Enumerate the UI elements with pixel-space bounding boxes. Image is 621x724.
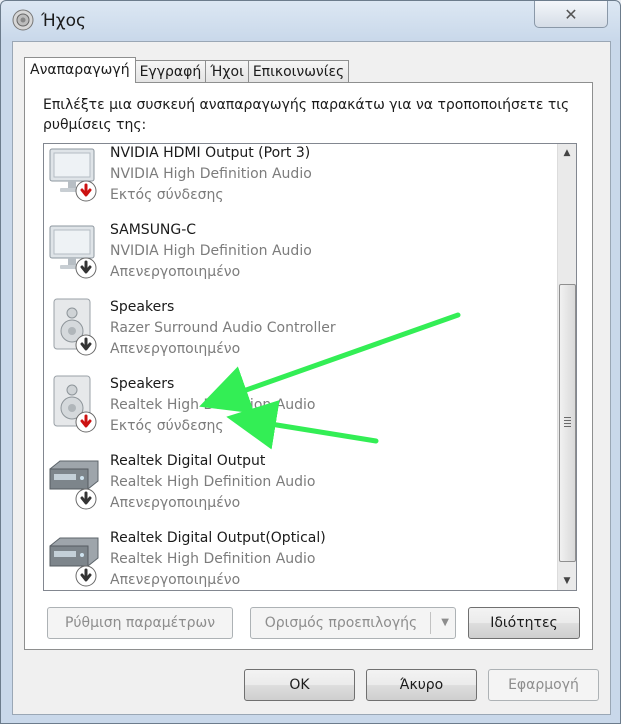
device-text: NVIDIA HDMI Output (Port 3) NVIDIA High D… (110, 144, 312, 206)
device-name: Realtek Digital Output (110, 453, 266, 469)
device-status: Απενεργοποιημένο (110, 341, 241, 357)
device-description: Realtek High Definition Audio (110, 551, 316, 567)
apply-button[interactable]: Εφαρμογή (488, 669, 599, 701)
speaker-title-icon (12, 9, 34, 31)
device-description: NVIDIA High Definition Audio (110, 243, 312, 259)
device-description: Realtek High Definition Audio (110, 474, 316, 490)
tab-strip: Αναπαραγωγή Εγγραφή Ήχοι Επικοινωνίες (24, 57, 350, 83)
playback-panel: Επιλέξτε μια συσκευή αναπαραγωγής παρακά… (24, 82, 593, 650)
device-text: Realtek Digital Output Realtek High Defin… (110, 451, 316, 514)
scroll-down-arrow-icon[interactable]: ▼ (558, 572, 576, 590)
grip-line (564, 426, 571, 427)
device-items: NVIDIA HDMI Output (Port 3) NVIDIA High D… (44, 144, 556, 590)
configure-button[interactable]: Ρύθμιση παραμέτρων (47, 607, 233, 639)
device-description: Realtek High Definition Audio (110, 397, 316, 413)
device-name: NVIDIA HDMI Output (Port 3) (110, 145, 311, 161)
monitor-icon (49, 225, 97, 279)
device-text: Speakers Realtek High Definition Audio Εκτ… (110, 374, 316, 437)
device-status: Εκτός σύνδεσης (110, 418, 224, 434)
vertical-scrollbar[interactable]: ▲ ▼ (557, 144, 576, 590)
device-name: Realtek Digital Output(Optical) (110, 530, 326, 546)
device-item[interactable]: Speakers Razer Surround Audio Controller Α… (44, 287, 556, 364)
close-button[interactable]: ✕ (534, 1, 608, 28)
scroll-up-arrow-icon[interactable]: ▲ (558, 144, 576, 162)
set-default-label: Ορισμός προεπιλογής (264, 615, 418, 631)
title-bar[interactable]: Ήχος ✕ (1, 1, 620, 41)
tab-communications[interactable]: Επικοινωνίες (247, 60, 350, 83)
grip-line (564, 420, 571, 421)
digital-output-icon (49, 460, 99, 510)
device-item[interactable]: Realtek Digital Output(Optical) Realtek H… (44, 518, 556, 590)
device-name: Speakers (110, 299, 175, 315)
speaker-icon (53, 375, 97, 433)
window-title: Ήχος (41, 11, 87, 31)
device-text: Realtek Digital Output(Optical) Realtek H… (110, 528, 326, 590)
dialog-body: Αναπαραγωγή Εγγραφή Ήχοι Επικοινωνίες Επ… (12, 41, 611, 715)
ok-button[interactable]: OK (244, 669, 355, 701)
sound-dialog: Ήχος ✕ Αναπαραγωγή Εγγραφή Ήχοι Επικοινω… (0, 0, 621, 724)
device-status: Απενεργοποιημένο (110, 264, 241, 280)
grip-line (564, 423, 571, 424)
tab-playback[interactable]: Αναπαραγωγή (24, 57, 136, 83)
scroll-thumb[interactable] (559, 284, 576, 562)
device-description: Razer Surround Audio Controller (110, 320, 336, 336)
device-name: Speakers (110, 376, 175, 392)
device-item[interactable]: Realtek Digital Output Realtek High Defin… (44, 441, 556, 518)
properties-button[interactable]: Ιδιότητες (468, 607, 580, 639)
close-icon: ✕ (564, 4, 578, 24)
dropdown-arrow-icon[interactable]: ▼ (441, 617, 449, 628)
device-item[interactable]: NVIDIA HDMI Output (Port 3) NVIDIA High D… (44, 144, 556, 210)
device-text: Speakers Razer Surround Audio Controller Α… (110, 297, 336, 360)
device-status: Απενεργοποιημένο (110, 572, 241, 588)
set-default-button[interactable]: Ορισμός προεπιλογής ▼ (250, 607, 456, 639)
device-text: SAMSUNG-C NVIDIA High Definition Audio Απε… (110, 220, 312, 283)
device-name: SAMSUNG-C (110, 222, 197, 238)
device-item[interactable]: Speakers Realtek High Definition Audio Εκτ… (44, 364, 556, 441)
device-description: NVIDIA High Definition Audio (110, 166, 312, 182)
monitor-icon (49, 148, 97, 202)
digital-output-icon (49, 537, 99, 587)
split-divider (430, 612, 431, 634)
instruction-text: Επιλέξτε μια συσκευή αναπαραγωγής παρακά… (43, 97, 570, 133)
speaker-icon (53, 298, 97, 356)
device-status: Εκτός σύνδεσης (110, 187, 224, 203)
grip-line (564, 417, 571, 418)
tab-recording[interactable]: Εγγραφή (134, 60, 207, 83)
tab-sounds[interactable]: Ήχοι (205, 60, 249, 83)
device-status: Απενεργοποιημένο (110, 495, 241, 511)
device-item[interactable]: SAMSUNG-C NVIDIA High Definition Audio Απε… (44, 210, 556, 287)
device-list[interactable]: NVIDIA HDMI Output (Port 3) NVIDIA High D… (43, 143, 577, 591)
cancel-button[interactable]: Άκυρο (366, 669, 477, 701)
